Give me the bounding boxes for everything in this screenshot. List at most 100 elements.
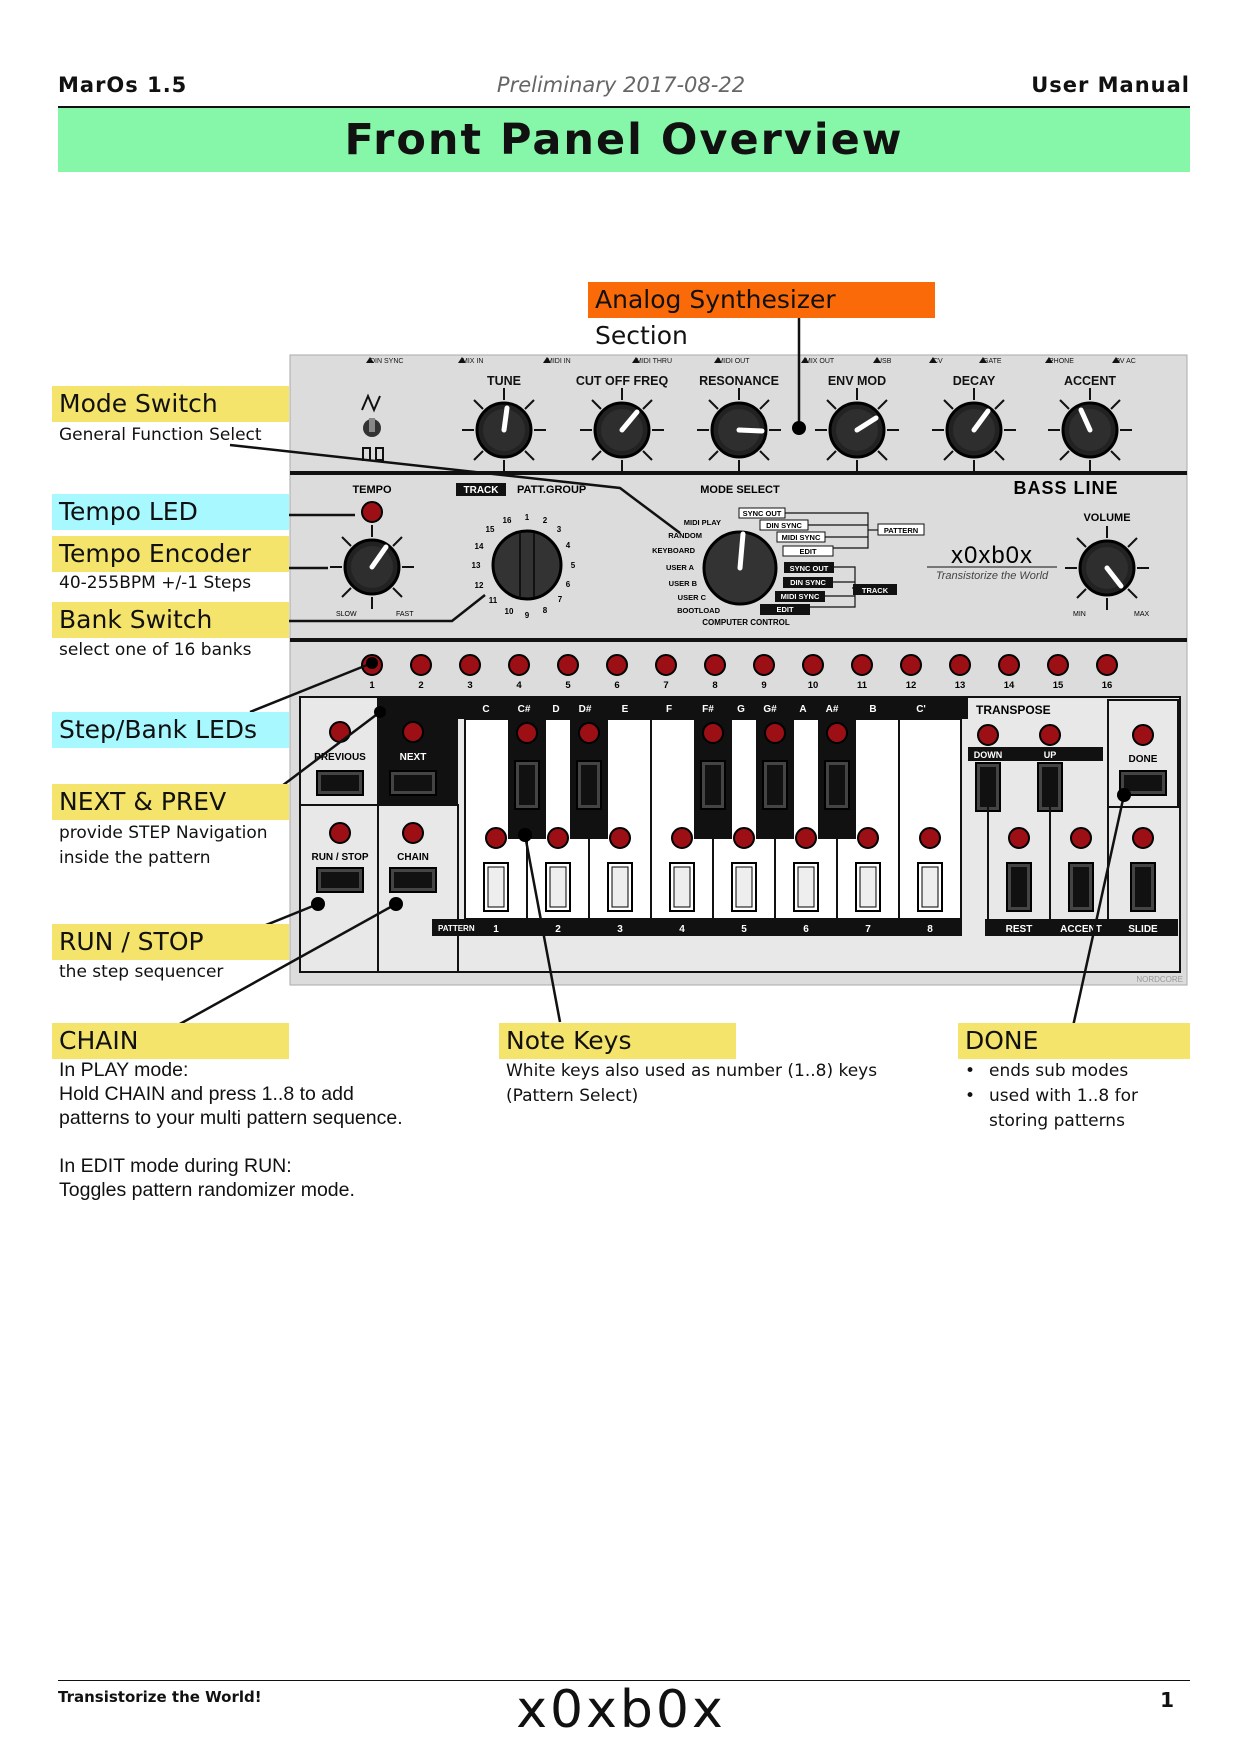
transpose-label: TRANSPOSE — [976, 703, 1051, 717]
jack-label: MIX IN — [462, 358, 483, 365]
svg-text:14: 14 — [1004, 680, 1015, 691]
callout-chain-text: In PLAY mode: Hold CHAIN and press 1..8 … — [59, 1059, 403, 1201]
svg-text:4: 4 — [566, 541, 571, 550]
svg-text:C#: C# — [518, 704, 531, 715]
list-item: ends sub modes — [959, 1059, 1159, 1084]
svg-text:16: 16 — [1102, 680, 1113, 691]
knob-label-cutoff: CUT OFF FREQ — [576, 374, 669, 388]
svg-text:15: 15 — [1053, 680, 1064, 691]
svg-text:DIN SYNC: DIN SYNC — [790, 578, 826, 587]
svg-text:G#: G# — [763, 704, 777, 715]
svg-text:EDIT: EDIT — [799, 547, 817, 556]
svg-text:A#: A# — [826, 704, 839, 715]
svg-text:BOOTLOAD: BOOTLOAD — [677, 606, 720, 615]
list-item: used with 1..8 for storing patterns — [959, 1084, 1159, 1134]
svg-text:7: 7 — [865, 924, 871, 935]
svg-text:1: 1 — [369, 680, 375, 691]
svg-text:EDIT: EDIT — [776, 605, 794, 614]
svg-text:2: 2 — [555, 924, 561, 935]
svg-text:C': C' — [916, 704, 926, 715]
accent-button — [1068, 862, 1094, 912]
knob-label-accent: ACCENT — [1064, 374, 1116, 388]
pattern-label: PATTERN — [438, 924, 475, 933]
svg-text:USER C: USER C — [678, 593, 707, 602]
mode-group-track: TRACK — [862, 586, 889, 595]
svg-text:6: 6 — [803, 924, 809, 935]
callout-bank-switch-title: Bank Switch — [52, 602, 289, 638]
tempo-fast-label: FAST — [396, 611, 414, 618]
jack-label: MIX OUT — [805, 358, 835, 365]
svg-text:C: C — [482, 704, 489, 715]
svg-text:14: 14 — [475, 542, 484, 551]
transpose-up-label: UP — [1044, 750, 1057, 760]
next-label: NEXT — [400, 752, 427, 763]
svg-text:2: 2 — [543, 516, 548, 525]
svg-text:16: 16 — [503, 516, 512, 525]
svg-text:1: 1 — [525, 513, 530, 522]
svg-text:MIDI SYNC: MIDI SYNC — [782, 533, 821, 542]
callout-note-keys-sub-2: (Pattern Select) — [506, 1086, 639, 1106]
next-button — [389, 770, 437, 796]
knob-label-decay: DECAY — [953, 374, 996, 388]
callout-note-keys-sub-1: White keys also used as number (1..8) ke… — [506, 1061, 878, 1081]
callout-chain-title: CHAIN — [52, 1023, 289, 1059]
footer-logo: x0xb0x — [516, 1680, 726, 1740]
svg-text:3: 3 — [467, 680, 472, 691]
mode-select-knob — [702, 530, 778, 606]
mode-group-pattern: PATTERN — [884, 526, 918, 535]
jack-label: MIDI IN — [547, 358, 571, 365]
callout-step-leds-title: Step/Bank LEDs — [52, 712, 289, 748]
done-label: DONE — [1129, 754, 1158, 765]
svg-text:13: 13 — [472, 561, 481, 570]
svg-text:4: 4 — [679, 924, 685, 935]
previous-label: PREVIOUS — [314, 752, 366, 763]
volume-label: VOLUME — [1083, 512, 1130, 524]
callout-note-keys-title: Note Keys — [499, 1023, 736, 1059]
volume-min: MIN — [1073, 611, 1086, 618]
callout-tempo-led-title: Tempo LED — [52, 494, 289, 530]
svg-text:13: 13 — [955, 680, 966, 691]
svg-text:7: 7 — [558, 595, 563, 604]
chain-button — [389, 867, 437, 893]
svg-text:8: 8 — [927, 924, 933, 935]
svg-text:11: 11 — [489, 596, 498, 605]
svg-text:12: 12 — [475, 581, 484, 590]
callout-done-title: DONE — [958, 1023, 1190, 1059]
svg-text:E: E — [622, 704, 629, 715]
svg-text:USER A: USER A — [666, 563, 695, 572]
callout-run-stop-title: RUN / STOP — [52, 924, 289, 960]
svg-text:5: 5 — [571, 561, 576, 570]
svg-text:9: 9 — [761, 680, 766, 691]
front-panel-diagram: DIN SYNC MIX IN MIDI IN MIDI THRU MIDI O… — [159, 318, 1188, 1041]
svg-text:D#: D# — [579, 704, 592, 715]
svg-text:SYNC OUT: SYNC OUT — [743, 509, 782, 518]
svg-text:B: B — [869, 704, 876, 715]
svg-text:2: 2 — [418, 680, 423, 691]
svg-text:11: 11 — [857, 680, 868, 691]
svg-text:KEYBOARD: KEYBOARD — [652, 546, 696, 555]
knob-label-tune: TUNE — [487, 374, 521, 388]
computer-control-label: COMPUTER CONTROL — [702, 618, 790, 627]
callout-run-stop-sub: the step sequencer — [59, 962, 224, 982]
jack-label: MIDI OUT — [718, 358, 750, 365]
svg-text:MIDI SYNC: MIDI SYNC — [781, 592, 820, 601]
callout-tempo-encoder-sub: 40-255BPM +/-1 Steps — [59, 573, 252, 593]
svg-text:9: 9 — [525, 611, 530, 620]
patt-group-label: PATT.GROUP — [517, 484, 586, 496]
rest-button — [1006, 862, 1032, 912]
slide-button — [1130, 862, 1156, 912]
panel-credit: NORDCORE — [1136, 975, 1183, 984]
transpose-up-button — [1037, 762, 1063, 812]
brand-bassline: BASS LINE — [1013, 478, 1118, 498]
svg-text:6: 6 — [614, 680, 619, 691]
svg-text:3: 3 — [617, 924, 623, 935]
chain-label: CHAIN — [397, 852, 429, 863]
svg-text:A: A — [799, 704, 806, 715]
callout-mode-switch-sub: General Function Select — [59, 425, 262, 445]
svg-text:12: 12 — [906, 680, 917, 691]
svg-text:8: 8 — [712, 680, 717, 691]
callout-next-prev-title: NEXT & PREV — [52, 784, 289, 820]
run-stop-button — [316, 867, 364, 893]
svg-text:SYNC OUT: SYNC OUT — [790, 564, 829, 573]
rest-label: REST — [1006, 924, 1033, 935]
